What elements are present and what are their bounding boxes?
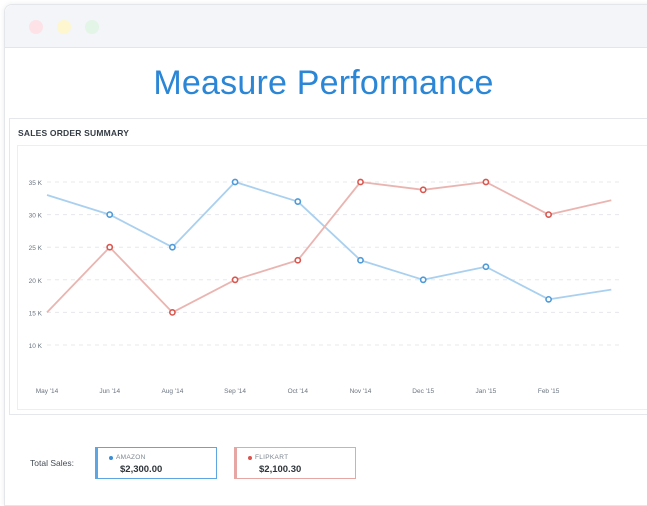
x-tick-label: Nov '14 <box>350 388 372 395</box>
amazon-data-point <box>231 178 239 186</box>
flipkart-data-point <box>168 308 176 316</box>
x-tick-label: Jan '15 <box>476 388 497 395</box>
flipkart-card-value: $2,100.30 <box>259 464 302 475</box>
amazon-card-value: $2,300.00 <box>120 464 163 475</box>
y-tick-label: 25 K <box>29 245 43 252</box>
flipkart-dot-icon <box>248 456 252 460</box>
x-tick-label: Aug '14 <box>161 388 183 395</box>
x-tick-label: Feb '15 <box>538 388 560 395</box>
flipkart-total-card[interactable]: FLIPKART $2,100.30 <box>234 447 356 479</box>
flipkart-data-point <box>419 186 427 194</box>
x-tick-label: Oct '14 <box>288 388 309 395</box>
amazon-card-name: AMAZON <box>116 454 146 461</box>
x-tick-label: Dec '15 <box>412 388 434 395</box>
y-tick-label: 20 K <box>29 278 43 285</box>
y-tick-label: 10 K <box>29 343 43 350</box>
y-tick-label: 30 K <box>29 213 43 220</box>
amazon-total-card[interactable]: AMAZON $2,300.00 <box>95 447 217 479</box>
flipkart-data-point <box>294 256 302 264</box>
amazon-data-point <box>106 211 114 218</box>
flipkart-card-name: FLIPKART <box>255 454 289 461</box>
y-tick-label: 35 K <box>29 180 43 187</box>
x-tick-label: Jun '14 <box>99 388 120 395</box>
x-tick-label: Sep '14 <box>224 388 246 395</box>
amazon-data-point <box>545 295 552 303</box>
flipkart-data-point <box>545 211 552 218</box>
amazon-data-point <box>294 198 302 205</box>
amazon-data-point <box>419 276 427 284</box>
y-tick-label: 15 K <box>29 310 43 317</box>
amazon-series-line <box>46 181 612 301</box>
amazon-data-point <box>357 256 364 264</box>
amazon-data-point <box>168 243 176 251</box>
flipkart-data-point <box>106 243 114 251</box>
sales-line-chart: 10 K 15 K 20 K 25 K 30 K 35 K May '14 Jun '14 Au… <box>29 178 620 395</box>
amazon-dot-icon <box>109 456 113 460</box>
flipkart-data-point <box>231 276 239 284</box>
flipkart-data-point <box>357 178 364 186</box>
flipkart-data-point <box>482 178 490 186</box>
x-tick-label: May '14 <box>36 388 59 395</box>
total-sales-label: Total Sales: <box>30 458 74 468</box>
amazon-data-point <box>482 263 490 271</box>
